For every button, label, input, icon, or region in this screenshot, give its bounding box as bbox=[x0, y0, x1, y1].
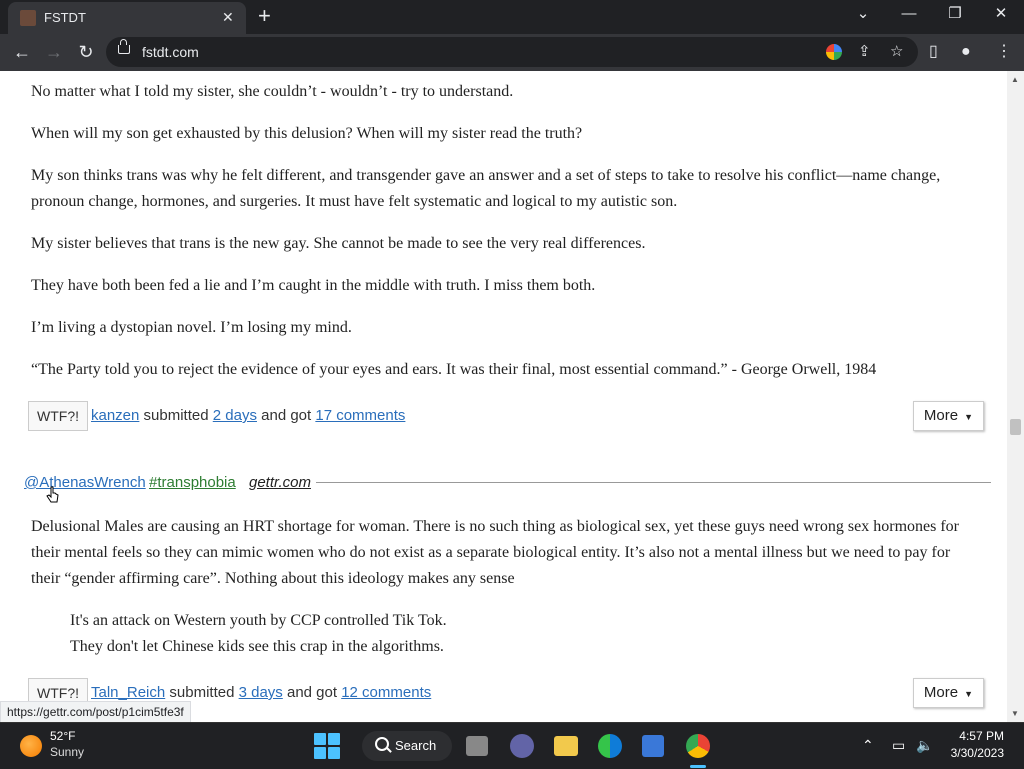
weather-temp[interactable]: 52°F bbox=[50, 729, 75, 743]
status-url: https://gettr.com/post/p1cim5tfe3f bbox=[0, 701, 191, 723]
network-icon[interactable]: ▭ bbox=[892, 737, 905, 753]
address-bar[interactable]: fstdt.com ⇪ ☆ bbox=[106, 37, 918, 67]
quote-line: They don't let Chinese kids see this cra… bbox=[70, 638, 444, 655]
header-divider bbox=[316, 482, 991, 483]
submission-info: Taln_Reich submitted 3 days and got 12 c… bbox=[91, 684, 431, 701]
comments-link[interactable]: 17 comments bbox=[315, 407, 405, 424]
got-label: and got bbox=[261, 407, 312, 424]
profile-icon[interactable]: ● bbox=[961, 42, 971, 62]
submitted-label: submitted bbox=[169, 684, 235, 701]
tag-link[interactable]: #transphobia bbox=[149, 474, 236, 491]
back-icon[interactable]: ← bbox=[10, 41, 34, 63]
taskbar-search[interactable]: Search bbox=[362, 731, 452, 761]
post-paragraph: My son thinks trans was why he felt diff… bbox=[31, 167, 941, 210]
author-link[interactable]: Taln_Reich bbox=[91, 684, 165, 701]
post-paragraph: When will my son get exhausted by this d… bbox=[31, 125, 583, 142]
post-header: @AthenasWrench #transphobia gettr.com bbox=[24, 474, 991, 494]
search-label: Search bbox=[395, 738, 437, 753]
task-view-icon[interactable] bbox=[466, 736, 488, 756]
source-link[interactable]: gettr.com bbox=[249, 474, 311, 491]
submitted-label: submitted bbox=[143, 407, 209, 424]
tray-overflow-icon[interactable]: ⌃ bbox=[862, 737, 874, 753]
search-icon bbox=[375, 737, 389, 751]
vertical-scrollbar[interactable]: ▲ ▼ bbox=[1007, 71, 1024, 722]
tab-close-icon[interactable]: ✕ bbox=[222, 9, 234, 25]
post-paragraph: I’m living a dystopian novel. I’m losing… bbox=[31, 319, 352, 336]
post-paragraph: “The Party told you to reject the eviden… bbox=[31, 361, 877, 378]
reload-icon[interactable]: ↻ bbox=[74, 41, 98, 63]
store-icon[interactable] bbox=[642, 735, 664, 757]
volume-icon[interactable]: 🔈 bbox=[916, 737, 933, 753]
edge-icon[interactable] bbox=[598, 734, 622, 758]
bookmark-star-icon[interactable]: ☆ bbox=[890, 43, 903, 61]
more-button[interactable]: More ▼ bbox=[912, 401, 984, 431]
chrome-icon[interactable] bbox=[686, 734, 710, 758]
got-label: and got bbox=[286, 684, 338, 701]
favicon-icon bbox=[20, 10, 36, 26]
tab-search-icon[interactable]: ⌄ bbox=[848, 5, 878, 23]
submission-info: kanzen submitted 2 days and got 17 comme… bbox=[91, 407, 405, 424]
lock-icon[interactable] bbox=[118, 39, 130, 54]
scroll-up-icon[interactable]: ▲ bbox=[1011, 75, 1019, 84]
weather-desc[interactable]: Sunny bbox=[50, 745, 84, 759]
more-button[interactable]: More ▼ bbox=[912, 678, 984, 708]
post-paragraph: My sister believes that trans is the new… bbox=[31, 235, 646, 252]
scroll-down-icon[interactable]: ▼ bbox=[1011, 709, 1019, 718]
comments-link[interactable]: 12 comments bbox=[341, 684, 431, 701]
time-link[interactable]: 2 days bbox=[213, 407, 257, 424]
browser-toolbar: ← → ↻ fstdt.com ⇪ ☆ ▯ ● ⋮ bbox=[0, 34, 1024, 71]
title-bar: FSTDT ✕ + ⌄ — ❐ ✕ bbox=[0, 0, 1024, 34]
new-tab-icon[interactable]: + bbox=[258, 5, 271, 27]
side-panel-icon[interactable]: ▯ bbox=[929, 42, 938, 62]
taskbar: 52°F Sunny Search ⌃ ▭ 🔈 4:57 PM 3/30/202… bbox=[0, 722, 1024, 769]
file-explorer-icon[interactable] bbox=[554, 736, 578, 756]
menu-kebab-icon[interactable]: ⋮ bbox=[996, 42, 1012, 62]
url-text[interactable]: fstdt.com bbox=[142, 44, 199, 60]
minimize-icon[interactable]: — bbox=[894, 5, 924, 23]
author-link[interactable]: kanzen bbox=[91, 407, 139, 424]
chat-icon[interactable] bbox=[510, 734, 534, 758]
close-window-icon[interactable]: ✕ bbox=[986, 5, 1016, 23]
page-content: No matter what I told my sister, she cou… bbox=[0, 71, 1007, 722]
google-lens-icon[interactable] bbox=[826, 44, 842, 60]
more-label: More bbox=[923, 407, 959, 424]
weather-sun-icon[interactable] bbox=[20, 735, 42, 757]
forward-icon[interactable]: → bbox=[42, 41, 66, 63]
quote-line: It's an attack on Western youth by CCP c… bbox=[70, 612, 447, 629]
more-label: More bbox=[923, 684, 959, 701]
post-paragraph: They have both been fed a lie and I’m ca… bbox=[31, 277, 596, 294]
time-link[interactable]: 3 days bbox=[239, 684, 283, 701]
wtf-button[interactable]: WTF?! bbox=[28, 401, 88, 431]
share-icon[interactable]: ⇪ bbox=[858, 43, 871, 61]
scroll-thumb[interactable] bbox=[1010, 419, 1021, 435]
restore-icon[interactable]: ❐ bbox=[940, 5, 970, 23]
start-icon[interactable] bbox=[314, 733, 340, 759]
clock-time[interactable]: 4:57 PM bbox=[950, 729, 1004, 743]
caret-down-icon: ▼ bbox=[964, 412, 973, 422]
post-paragraph: Delusional Males are causing an HRT shor… bbox=[31, 518, 960, 587]
post-meta: WTF?! kanzen submitted 2 days and got 17… bbox=[28, 401, 984, 431]
browser-tab[interactable]: FSTDT ✕ bbox=[8, 2, 246, 34]
caret-down-icon: ▼ bbox=[964, 689, 973, 699]
hand-cursor-icon bbox=[46, 486, 59, 503]
username-link[interactable]: @AthenasWrench bbox=[24, 474, 146, 491]
clock-date[interactable]: 3/30/2023 bbox=[940, 746, 1004, 760]
tab-title: FSTDT bbox=[44, 10, 86, 25]
post-paragraph: No matter what I told my sister, she cou… bbox=[31, 83, 514, 100]
